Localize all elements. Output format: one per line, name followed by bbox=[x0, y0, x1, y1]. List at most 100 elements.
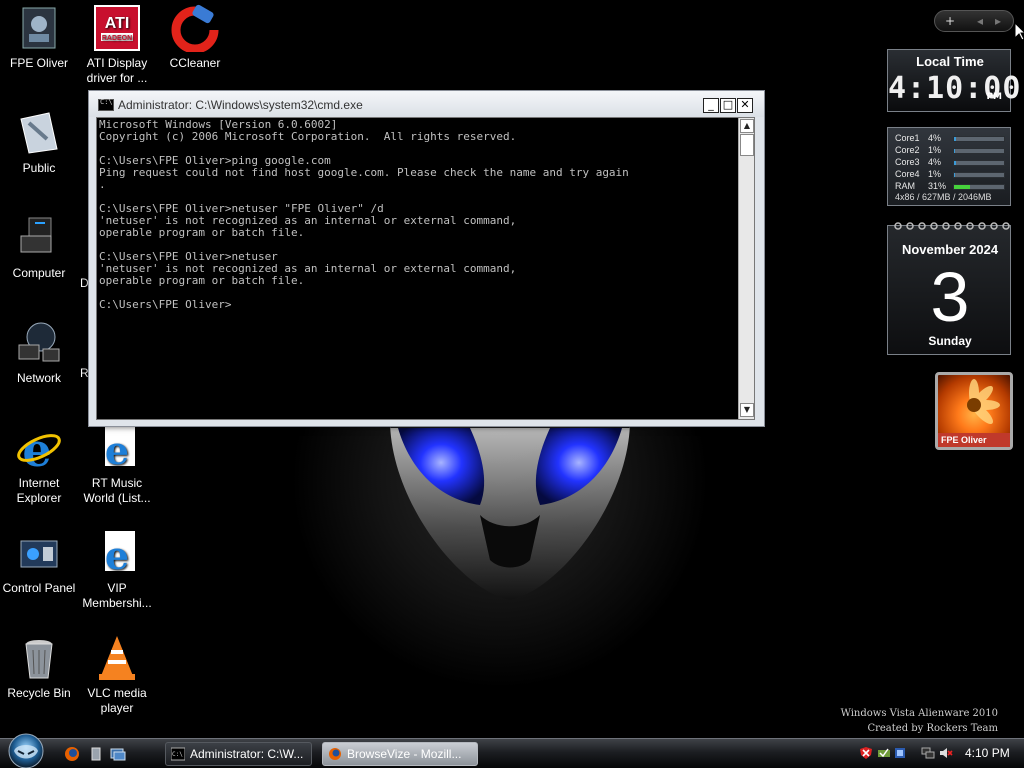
sidebar-controls: + ◂ ▸ bbox=[934, 10, 1014, 32]
desktop-icon-network[interactable]: Network bbox=[0, 319, 78, 386]
close-button[interactable]: ✕ bbox=[737, 98, 753, 113]
safely-remove-hardware-icon[interactable] bbox=[877, 746, 891, 760]
desktop-icon-label: Recycle Bin bbox=[7, 686, 71, 700]
desktop-icon-rt-music-world[interactable]: e RT Music World (List... bbox=[78, 424, 156, 506]
desktop-icon-ccleaner[interactable]: CCleaner bbox=[156, 4, 234, 71]
desktop-icon-ati-driver[interactable]: ATI RADEON ATI Display driver for ... bbox=[78, 4, 156, 86]
cpu-bar bbox=[953, 172, 1005, 178]
network-status-icon[interactable] bbox=[921, 746, 935, 760]
desktop-icon-label: Internet Explorer bbox=[16, 476, 62, 505]
show-desktop-icon[interactable] bbox=[88, 746, 104, 762]
desktop-icon-public[interactable]: Public bbox=[0, 109, 78, 176]
ati-radeon-icon: ATI RADEON bbox=[93, 4, 141, 52]
cpu-row-name: Core3 bbox=[895, 157, 920, 167]
desktop-icon-label: Network bbox=[16, 371, 61, 385]
cpu-meter-gadget[interactable]: Core1 4% Core2 1% Core3 4% Core4 1% RAM … bbox=[887, 127, 1011, 206]
internet-explorer-icon: e bbox=[15, 423, 63, 477]
cpu-row: Core3 4% bbox=[895, 157, 1007, 169]
calendar-day: 3 bbox=[930, 258, 970, 336]
cmd-console[interactable]: Microsoft Windows [Version 6.0.6002] Cop… bbox=[96, 117, 755, 420]
cpu-row: Core2 1% bbox=[895, 145, 1007, 157]
vlc-icon bbox=[93, 634, 141, 682]
ie-shortcut-icon: e bbox=[93, 529, 141, 578]
desktop-icon-label: CCleaner bbox=[169, 56, 221, 70]
scroll-down-icon[interactable]: ▼ bbox=[740, 403, 754, 417]
clock-gadget[interactable]: Local Time 4:10:00 PM bbox=[887, 49, 1020, 112]
maximize-button[interactable]: □ bbox=[720, 98, 736, 113]
cmd-window[interactable]: Administrator: C:\Windows\system32\cmd.e… bbox=[88, 90, 765, 427]
user-folder-icon bbox=[15, 4, 63, 52]
svg-text:e: e bbox=[22, 424, 51, 472]
cpu-row-percent: 4% bbox=[928, 133, 942, 143]
clock-ampm: PM bbox=[986, 92, 1002, 102]
ram-bar-fill bbox=[954, 185, 970, 189]
slideshow-caption: FPE Oliver bbox=[938, 433, 1010, 447]
calendar-gadget[interactable]: November 2024 3 Sunday bbox=[887, 222, 1011, 355]
cmd-scrollbar[interactable]: ▲ ▼ bbox=[738, 118, 754, 419]
desktop-icon-recycle-bin[interactable]: Recycle Bin bbox=[0, 634, 78, 701]
volume-muted-icon[interactable] bbox=[939, 746, 953, 760]
desktop-icon-user-folder[interactable]: FPE Oliver bbox=[0, 4, 78, 71]
desktop-icon-label: ATI Display driver for ... bbox=[86, 56, 148, 85]
calendar-rings-icon bbox=[894, 222, 1010, 230]
minimize-button[interactable]: _ bbox=[703, 98, 719, 113]
ram-bar bbox=[953, 184, 1005, 190]
scroll-thumb[interactable] bbox=[740, 134, 754, 156]
cmd-titlebar[interactable]: Administrator: C:\Windows\system32\cmd.e… bbox=[89, 91, 764, 117]
desktop-icon-label: Public bbox=[22, 161, 56, 175]
svg-text:ATI: ATI bbox=[105, 15, 130, 32]
network-icon bbox=[15, 319, 63, 367]
desktop-icon-computer[interactable]: Computer bbox=[0, 214, 78, 281]
taskbar-button-browser[interactable]: BrowseVize - Mozill... bbox=[322, 742, 478, 766]
cpu-row-name: Core1 bbox=[895, 133, 920, 143]
cpu-bar bbox=[953, 136, 1005, 142]
control-panel-icon bbox=[15, 529, 63, 577]
computer-icon bbox=[15, 214, 63, 262]
cpu-row-percent: 31% bbox=[928, 181, 947, 191]
taskbar: C:\ Administrator: C:\W... BrowseVize - … bbox=[0, 733, 1024, 768]
cpu-row: Core1 4% bbox=[895, 133, 1007, 145]
cpu-row-percent: 1% bbox=[928, 145, 942, 155]
svg-text:RADEON: RADEON bbox=[102, 35, 132, 42]
wallpaper-caption-line1: Windows Vista Alienware 2010 bbox=[840, 708, 998, 719]
cpu-row-percent: 4% bbox=[928, 157, 942, 167]
prev-gadget-button[interactable]: ◂ bbox=[977, 14, 983, 28]
start-button[interactable] bbox=[4, 731, 48, 768]
desktop-icon-label: FPE Oliver bbox=[9, 56, 68, 70]
desktop-icon-vip-membership[interactable]: e VIP Membershi... bbox=[78, 529, 156, 611]
calendar-month: November 2024 bbox=[901, 242, 999, 257]
public-folder-icon bbox=[15, 109, 63, 157]
mouse-cursor-icon bbox=[1015, 23, 1024, 41]
desktop-icon-vlc[interactable]: VLC media player bbox=[78, 634, 156, 716]
desktop-icon-label: VLC media player bbox=[87, 686, 147, 715]
taskbar-button-label: Administrator: C:\W... bbox=[190, 747, 304, 761]
cpu-row-name: Core4 bbox=[895, 169, 920, 179]
cmd-output: Microsoft Windows [Version 6.0.6002] Cop… bbox=[99, 119, 629, 311]
scroll-up-icon[interactable]: ▲ bbox=[740, 119, 754, 133]
cpu-bar-fill bbox=[954, 173, 955, 177]
firefox-icon[interactable] bbox=[64, 746, 80, 762]
cmd-icon[interactable] bbox=[98, 98, 114, 111]
add-gadget-button[interactable]: + bbox=[945, 14, 955, 28]
desktop-icon-label: RT Music World (List... bbox=[83, 476, 151, 505]
cpu-row-percent: 1% bbox=[928, 169, 942, 179]
desktop-icon-label: Control Panel bbox=[2, 581, 76, 595]
cpu-meter-footer: 4x86 / 627MB / 2046MB bbox=[895, 192, 992, 202]
taskbar-clock[interactable]: 4:10 PM bbox=[965, 746, 1010, 760]
taskbar-button-cmd[interactable]: C:\ Administrator: C:\W... bbox=[165, 742, 312, 766]
desktop-icon-label: Computer bbox=[12, 266, 66, 280]
wallpaper-caption-line2: Created by Rockers Team bbox=[867, 723, 998, 734]
app-tray-icon[interactable] bbox=[893, 746, 907, 760]
cmd-icon: C:\ bbox=[171, 747, 185, 761]
cpu-bar-fill bbox=[954, 161, 956, 165]
cpu-bar bbox=[953, 148, 1005, 154]
slideshow-gadget[interactable]: FPE Oliver bbox=[935, 372, 1013, 450]
desktop-icon-control-panel[interactable]: Control Panel bbox=[0, 529, 78, 596]
desktop-icon-internet-explorer[interactable]: e Internet Explorer bbox=[0, 423, 78, 506]
security-alert-icon[interactable] bbox=[859, 746, 873, 760]
cpu-row-name: RAM bbox=[895, 181, 915, 191]
cpu-bar-fill bbox=[954, 149, 955, 153]
system-tray: 4:10 PM bbox=[857, 739, 1024, 768]
switch-windows-icon[interactable] bbox=[110, 746, 126, 762]
next-gadget-button[interactable]: ▸ bbox=[995, 14, 1001, 28]
